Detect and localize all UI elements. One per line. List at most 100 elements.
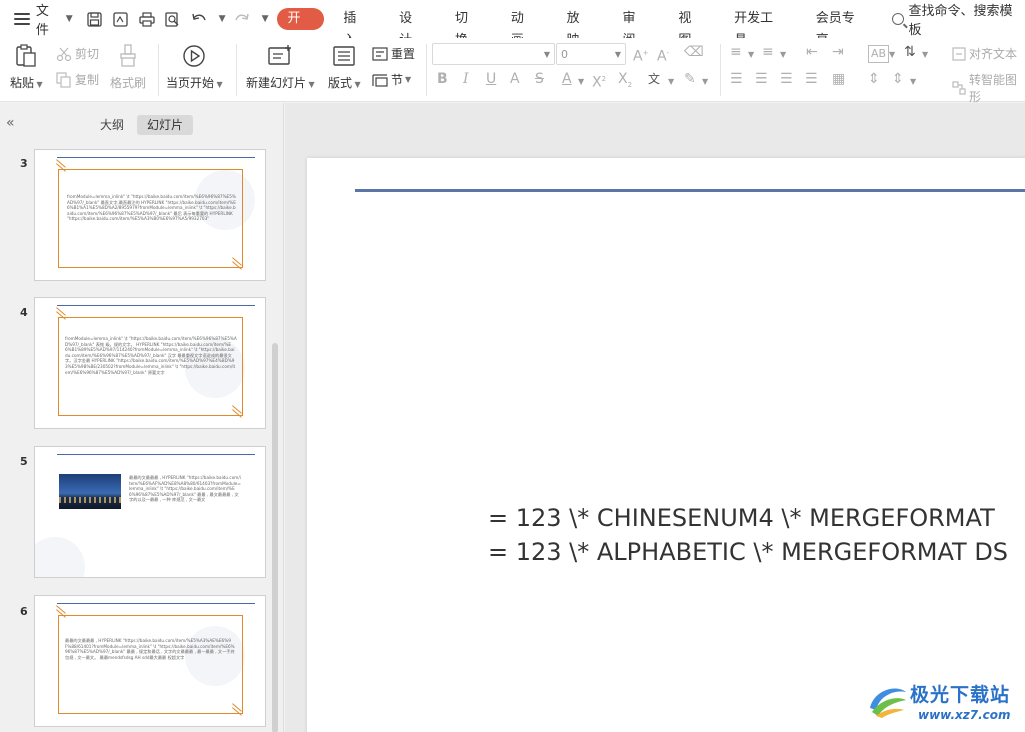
line-spacing-icon[interactable]: ⇕ bbox=[868, 71, 880, 87]
paragraph-spacing-icon[interactable]: ⇕ bbox=[892, 71, 904, 87]
decrease-indent-icon[interactable]: ⇤ bbox=[806, 44, 818, 60]
format-painter-button[interactable]: 格式刷 bbox=[110, 43, 146, 91]
justify-icon[interactable]: ☰ bbox=[805, 71, 818, 87]
cut-button[interactable]: 剪切 bbox=[56, 45, 99, 62]
customize-toolbar-icon[interactable]: ▼ bbox=[262, 14, 269, 24]
tab-design[interactable]: 设计 bbox=[384, 8, 440, 48]
strikethrough-icon[interactable]: S bbox=[535, 71, 544, 87]
current-slide[interactable]: = 123 \* CHINESENUM4 \* MERGEFORMAT = 12… bbox=[307, 158, 1025, 732]
font-size-select[interactable]: 0 ▼ bbox=[556, 43, 626, 65]
copy-button[interactable]: 复制 bbox=[56, 71, 99, 88]
hamburger-icon bbox=[14, 13, 30, 25]
chevron-down-icon[interactable]: ▼ bbox=[578, 77, 584, 86]
tab-review[interactable]: 审阅 bbox=[607, 8, 663, 48]
text-direction-icon[interactable]: AB bbox=[868, 45, 890, 63]
align-text-label: 对齐文本 bbox=[969, 47, 1018, 61]
decorative-corner bbox=[231, 707, 243, 717]
phonetic-guide-icon[interactable]: 文 bbox=[648, 71, 660, 87]
play-from-current-button[interactable]: 当页开始 ▼ bbox=[166, 43, 223, 91]
aurora-logo-icon bbox=[870, 688, 906, 718]
scissors-icon bbox=[56, 46, 72, 62]
slide-thumbnail[interactable]: fromModule=lemma_inlink" \t "https://bai… bbox=[34, 297, 266, 429]
font-color-icon[interactable]: A bbox=[562, 71, 572, 87]
decorative-line bbox=[57, 157, 255, 158]
increase-font-icon[interactable]: A+ bbox=[633, 45, 648, 65]
section-button[interactable]: 节 ▼ bbox=[372, 71, 411, 88]
brush-icon bbox=[115, 43, 141, 69]
sort-icon[interactable]: ⇅ bbox=[904, 44, 916, 60]
city-night-image bbox=[59, 474, 121, 509]
field-code-line-1[interactable]: = 123 \* CHINESENUM4 \* MERGEFORMAT bbox=[488, 504, 995, 532]
layout-icon bbox=[331, 43, 357, 69]
slide-thumbnail-text: fromModule=lemma_inlink" \t "https://bai… bbox=[65, 336, 237, 375]
collapse-panel-icon[interactable]: « bbox=[6, 115, 15, 131]
slide-number: 6 bbox=[20, 605, 28, 618]
tab-insert[interactable]: 插入 bbox=[328, 8, 384, 48]
print-preview-icon[interactable] bbox=[163, 9, 183, 29]
paste-button[interactable]: 粘贴 ▼ bbox=[10, 43, 43, 91]
tab-developer[interactable]: 开发工具 bbox=[719, 8, 801, 48]
section-icon bbox=[372, 72, 388, 88]
layout-button[interactable]: 版式 ▼ bbox=[328, 43, 361, 91]
watermark-title: 极光下载站 bbox=[910, 684, 1011, 706]
underline-icon[interactable]: U bbox=[486, 71, 496, 87]
save-icon[interactable] bbox=[85, 9, 105, 29]
chevron-down-icon[interactable]: ▼ bbox=[910, 77, 916, 86]
ribbon-separator bbox=[158, 44, 159, 96]
undo-icon[interactable] bbox=[189, 9, 209, 29]
reset-button[interactable]: 重置 bbox=[372, 45, 415, 62]
slide-thumbnail[interactable]: fromModule=lemma_inlink" \t "https://bai… bbox=[34, 149, 266, 281]
chevron-down-icon[interactable]: ▼ bbox=[922, 50, 928, 59]
chevron-down-icon[interactable]: ▼ bbox=[889, 50, 895, 59]
export-pdf-icon[interactable] bbox=[111, 9, 131, 29]
tab-transitions[interactable]: 切换 bbox=[440, 8, 496, 48]
chevron-down-icon[interactable]: ▼ bbox=[702, 77, 708, 86]
ribbon-tabs: 开始 插入 设计 切换 动画 放映 审阅 视图 开发工具 会员专享 bbox=[276, 8, 883, 48]
smart-graphic-icon bbox=[952, 81, 966, 95]
redo-icon[interactable] bbox=[232, 9, 252, 29]
panel-scrollbar[interactable] bbox=[272, 343, 278, 732]
tab-view[interactable]: 视图 bbox=[663, 8, 719, 48]
clear-format-icon[interactable]: ⌫ bbox=[684, 44, 704, 60]
field-code-line-2[interactable]: = 123 \* ALPHABETIC \* MERGEFORMAT DS bbox=[488, 538, 1008, 566]
tab-membership[interactable]: 会员专享 bbox=[801, 8, 883, 48]
ribbon-separator bbox=[720, 44, 721, 96]
decorative-corner bbox=[55, 609, 67, 619]
slide-thumbnail[interactable]: 最最的文最最最 , HYPERLINK "https://baike.baidu… bbox=[34, 595, 266, 727]
align-right-icon[interactable]: ☰ bbox=[780, 71, 793, 87]
align-left-icon[interactable]: ☰ bbox=[730, 71, 743, 87]
undo-dropdown-icon[interactable]: ▼ bbox=[219, 14, 226, 24]
file-menu[interactable]: 文件 ▼ bbox=[0, 4, 73, 38]
smart-graphic-button[interactable]: 转智能图形 bbox=[952, 71, 1025, 105]
print-icon[interactable] bbox=[137, 9, 157, 29]
increase-indent-icon[interactable]: ⇥ bbox=[832, 44, 844, 60]
align-text-button[interactable]: 对齐文本 bbox=[952, 45, 1017, 62]
section-label: 节 bbox=[391, 73, 404, 87]
tab-animations[interactable]: 动画 bbox=[496, 8, 552, 48]
new-slide-button[interactable]: 新建幻灯片 ▼ bbox=[246, 43, 315, 91]
tab-home[interactable]: 开始 bbox=[276, 8, 325, 48]
subscript-icon[interactable]: X2 bbox=[618, 71, 632, 93]
command-search[interactable]: 查找命令、搜索模板 bbox=[892, 0, 1025, 38]
text-shadow-icon[interactable]: A bbox=[510, 71, 520, 87]
slide-thumbnail[interactable]: 最最的文最最最 , HYPERLINK "https://baike.baidu… bbox=[34, 446, 266, 578]
chevron-down-icon[interactable]: ▼ bbox=[780, 50, 786, 59]
tab-slideshow[interactable]: 放映 bbox=[552, 8, 608, 48]
font-name-select[interactable]: ▼ bbox=[432, 43, 555, 65]
highlight-icon[interactable]: ✎ bbox=[684, 71, 696, 87]
italic-icon[interactable]: I bbox=[463, 71, 469, 87]
slide-thumbnail-text: 最最的文最最最 , HYPERLINK "https://baike.baidu… bbox=[65, 638, 235, 660]
bullets-icon[interactable]: ≡ bbox=[730, 44, 742, 60]
distribute-icon[interactable]: ▦ bbox=[832, 71, 845, 87]
align-center-icon[interactable]: ☰ bbox=[755, 71, 768, 87]
decrease-font-icon[interactable]: A- bbox=[657, 45, 669, 65]
tab-slides[interactable]: 幻灯片 bbox=[137, 115, 194, 135]
tab-outline[interactable]: 大纲 bbox=[90, 115, 134, 135]
bold-icon[interactable]: B bbox=[437, 71, 448, 87]
slide-number: 3 bbox=[20, 157, 28, 170]
chevron-down-icon[interactable]: ▼ bbox=[748, 50, 754, 59]
chevron-down-icon[interactable]: ▼ bbox=[668, 77, 674, 86]
superscript-icon[interactable]: X2 bbox=[592, 71, 606, 91]
numbering-icon[interactable]: ≡ bbox=[762, 44, 774, 60]
site-watermark: 极光下载站 www.xz7.com bbox=[866, 676, 1018, 728]
